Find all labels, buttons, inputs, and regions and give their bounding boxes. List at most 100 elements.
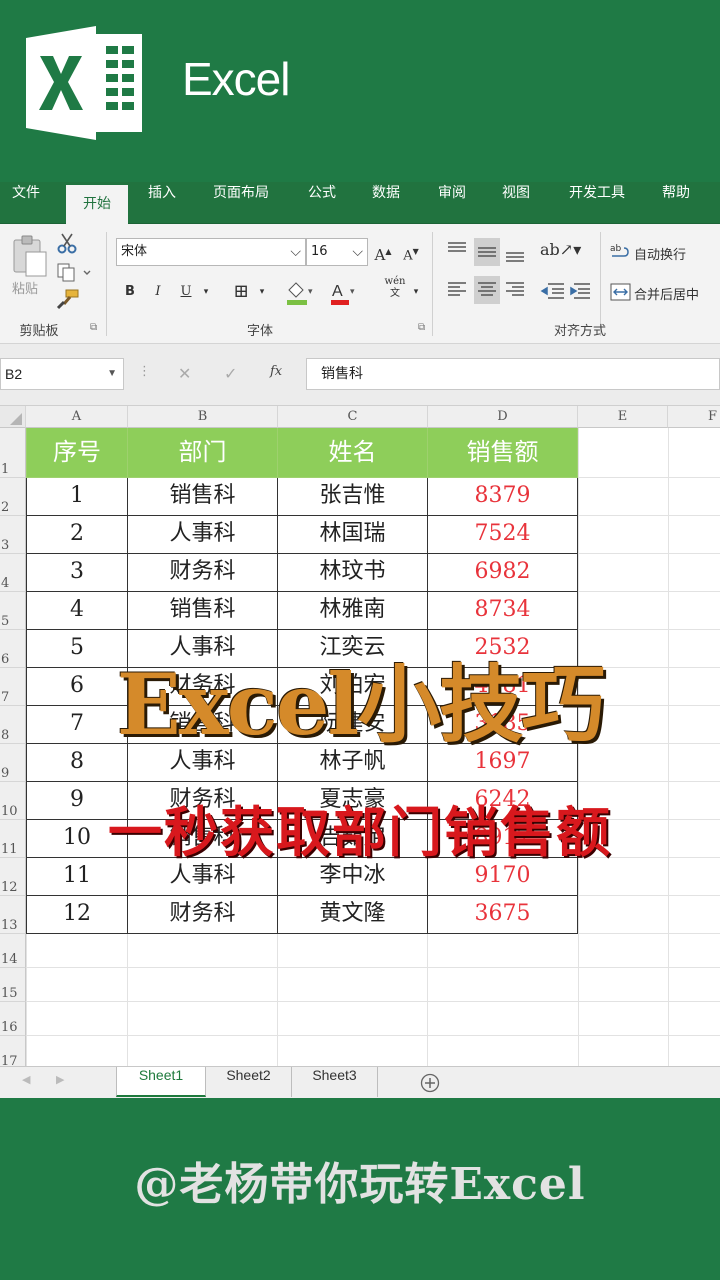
add-sheet-icon[interactable] <box>420 1073 440 1093</box>
decrease-font-icon[interactable]: A▼ <box>400 240 422 264</box>
tab-insert[interactable]: 插入 <box>136 182 188 224</box>
cut-icon[interactable] <box>56 232 78 254</box>
column-header-a[interactable]: A <box>26 406 128 428</box>
clipboard-launcher-icon[interactable]: ⧉ <box>90 322 97 333</box>
svg-text:A: A <box>332 283 343 300</box>
wrap-text-icon[interactable]: ab <box>610 242 632 262</box>
cancel-icon[interactable]: ✕ <box>178 364 191 383</box>
more-icon: ⋮ <box>138 364 151 379</box>
row-header[interactable]: 13 <box>0 896 26 934</box>
prev-sheet-icon[interactable]: ◀ <box>22 1073 30 1086</box>
table-cell[interactable]: 销售科 <box>128 478 278 516</box>
insert-function-icon[interactable]: fx <box>270 364 282 379</box>
row-header[interactable]: 4 <box>0 554 26 592</box>
chevron-down-icon[interactable]: ▾ <box>410 280 422 304</box>
table-cell[interactable]: 财务科 <box>128 896 278 934</box>
gridline <box>578 553 720 554</box>
tab-view[interactable]: 视图 <box>490 182 542 224</box>
top-banner: Excel <box>0 0 720 182</box>
table-cell[interactable]: 林国瑞 <box>278 516 428 554</box>
author-credit: @老杨带你玩转Excel <box>134 1159 586 1210</box>
merge-center-button[interactable]: 合并后居中 <box>634 284 699 303</box>
table-cell[interactable]: 3675 <box>428 896 578 934</box>
table-cell[interactable]: 林玟书 <box>278 554 428 592</box>
enter-icon[interactable]: ✓ <box>224 364 237 383</box>
column-header-c[interactable]: C <box>278 406 428 428</box>
font-color-icon[interactable]: A ▾ <box>328 280 358 306</box>
excel-logo-icon <box>26 26 142 140</box>
formula-input[interactable]: 销售科 <box>306 358 720 390</box>
table-cell[interactable]: 销售科 <box>128 592 278 630</box>
tab-help[interactable]: 帮助 <box>650 182 702 224</box>
orientation-icon[interactable]: ab↗▾ <box>540 238 581 262</box>
overlay-title: Excel小技巧 <box>116 655 606 754</box>
tab-review[interactable]: 审阅 <box>426 182 478 224</box>
phonetic-guide-icon[interactable]: wén 文 <box>380 276 410 306</box>
header-cell[interactable]: 姓名 <box>278 428 428 478</box>
tab-page-layout[interactable]: 页面布局 <box>202 182 280 224</box>
copy-icon[interactable] <box>56 262 92 282</box>
page: Excel 文件 开始 插入 页面布局 公式 数据 审阅 视图 开发工具 帮助 … <box>0 0 720 1280</box>
row-header[interactable]: 15 <box>0 968 26 1002</box>
name-box[interactable]: B2 ▼ <box>0 358 124 390</box>
row-header[interactable]: 16 <box>0 1002 26 1036</box>
column-header-e[interactable]: E <box>578 406 668 428</box>
tab-home[interactable]: 开始 <box>66 182 128 224</box>
table-cell[interactable]: 6982 <box>428 554 578 592</box>
font-size-select[interactable]: 16 ⌵ <box>306 238 368 266</box>
table-cell[interactable]: 12 <box>26 896 128 934</box>
tab-formulas[interactable]: 公式 <box>296 182 348 224</box>
row-header[interactable]: 17 <box>0 1036 26 1066</box>
fill-color-icon[interactable]: ▾ <box>284 280 314 306</box>
underline-button[interactable]: U <box>176 280 196 304</box>
tab-developer[interactable]: 开发工具 <box>558 182 636 224</box>
row-header[interactable]: 5 <box>0 592 26 630</box>
sheet-tab-sheet2[interactable]: Sheet2 <box>206 1067 292 1097</box>
bold-button[interactable]: B <box>120 280 140 304</box>
format-painter-icon[interactable] <box>56 288 80 310</box>
table-cell[interactable]: 7524 <box>428 516 578 554</box>
wrap-text-button[interactable]: 自动换行 <box>634 244 686 263</box>
paste-icon[interactable] <box>10 234 50 278</box>
sheet-tab-sheet3[interactable]: Sheet3 <box>292 1067 378 1097</box>
svg-text:▾: ▾ <box>350 287 355 297</box>
table-cell[interactable]: 张吉惟 <box>278 478 428 516</box>
font-name-select[interactable]: 宋体 ⌵ <box>116 238 306 266</box>
vertical-align-icons[interactable] <box>444 238 534 266</box>
header-cell[interactable]: 部门 <box>128 428 278 478</box>
border-icon[interactable]: ⊞ <box>230 280 252 304</box>
table-cell[interactable]: 8734 <box>428 592 578 630</box>
tab-data[interactable]: 数据 <box>360 182 412 224</box>
table-cell[interactable]: 林雅南 <box>278 592 428 630</box>
row-header[interactable]: 2 <box>0 478 26 516</box>
table-cell[interactable]: 2 <box>26 516 128 554</box>
table-cell[interactable]: 财务科 <box>128 554 278 592</box>
paste-label[interactable]: 粘贴 <box>12 278 38 297</box>
header-cell[interactable]: 销售额 <box>428 428 578 478</box>
next-sheet-icon[interactable]: ▶ <box>56 1073 64 1086</box>
italic-button[interactable]: I <box>148 280 168 304</box>
row-header[interactable]: 14 <box>0 934 26 968</box>
table-cell[interactable]: 8379 <box>428 478 578 516</box>
row-header[interactable]: 1 <box>0 428 26 478</box>
table-cell[interactable]: 4 <box>26 592 128 630</box>
table-cell[interactable]: 3 <box>26 554 128 592</box>
header-cell[interactable]: 序号 <box>26 428 128 478</box>
column-header-b[interactable]: B <box>128 406 278 428</box>
chevron-down-icon[interactable]: ▾ <box>256 280 268 304</box>
tab-file[interactable]: 文件 <box>0 182 52 224</box>
horizontal-align-icons[interactable] <box>444 276 534 304</box>
table-cell[interactable]: 1 <box>26 478 128 516</box>
table-cell[interactable]: 人事科 <box>128 516 278 554</box>
chevron-down-icon[interactable]: ▾ <box>200 280 212 304</box>
font-launcher-icon[interactable]: ⧉ <box>418 322 425 333</box>
table-cell[interactable]: 黄文隆 <box>278 896 428 934</box>
indent-icons[interactable] <box>540 280 596 302</box>
increase-font-icon[interactable]: A▲ <box>372 240 394 264</box>
row-header[interactable]: 3 <box>0 516 26 554</box>
column-header-f[interactable]: F <box>668 406 720 428</box>
sheet-tab-sheet1[interactable]: Sheet1 <box>116 1067 206 1097</box>
column-header-d[interactable]: D <box>428 406 578 428</box>
select-all-corner[interactable] <box>0 406 26 428</box>
merge-center-icon[interactable] <box>610 282 632 302</box>
